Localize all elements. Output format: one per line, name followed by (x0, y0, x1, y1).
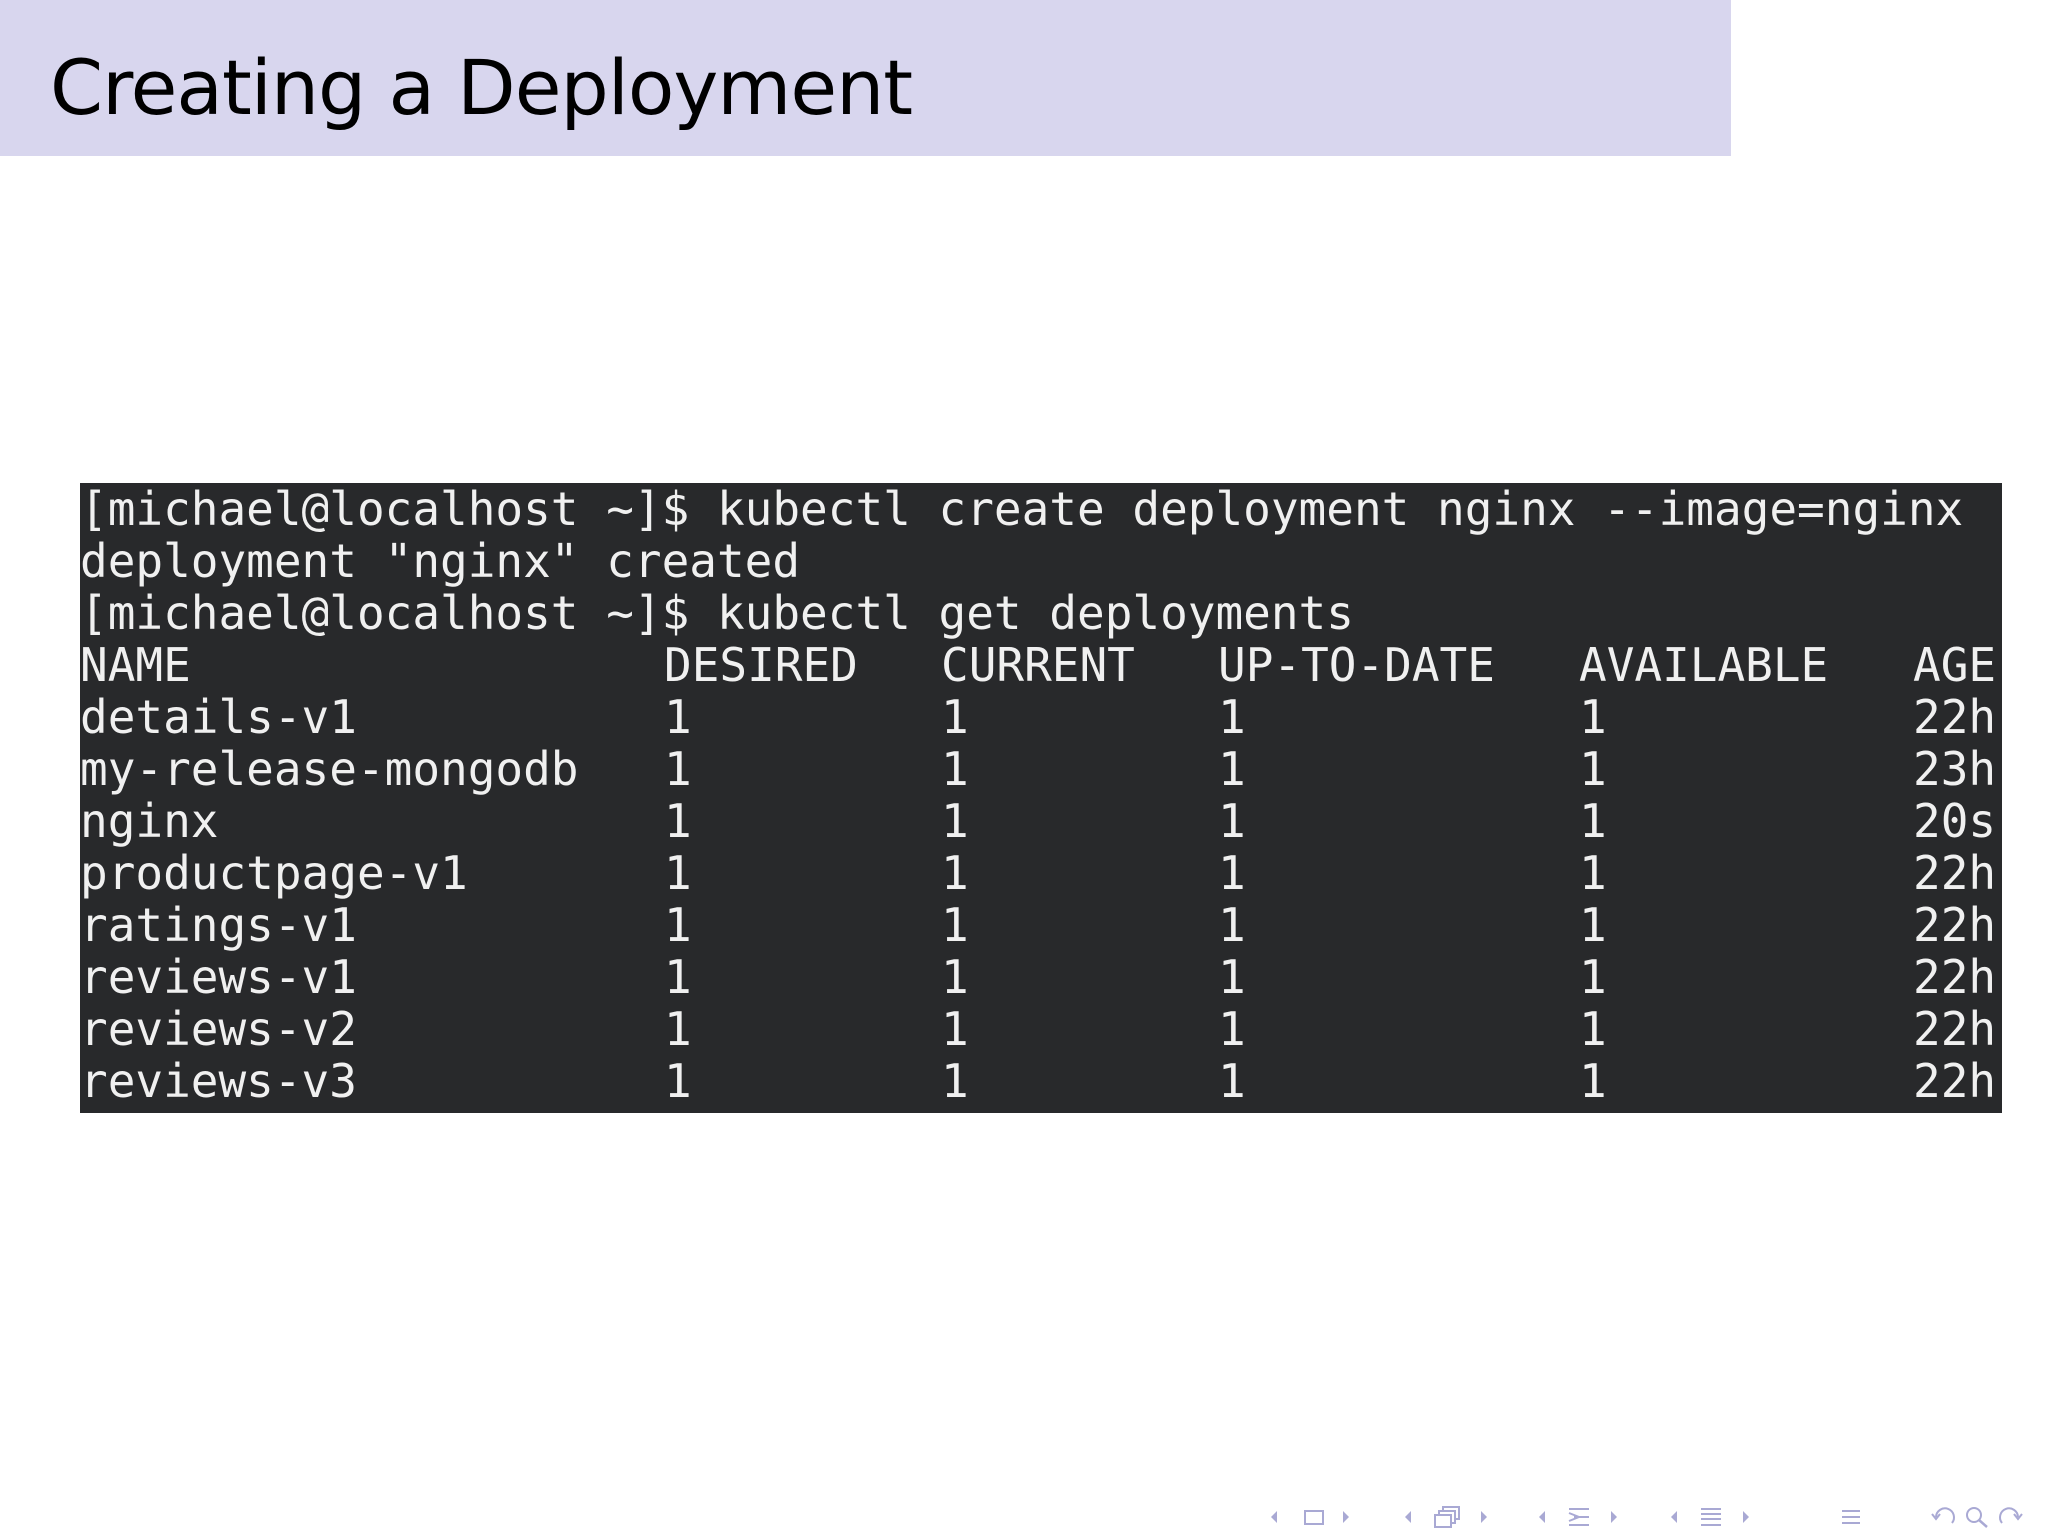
cell-name: details-v1 (80, 690, 357, 744)
arrow-left-icon[interactable] (1668, 1504, 1680, 1530)
cell-up-to-date: 1 (1218, 846, 1246, 900)
table-row: reviews-v3 1 1 1 1 22h (80, 1055, 2002, 1107)
column-header-desired: DESIRED (664, 638, 858, 692)
cell-available: 1 (1579, 898, 1607, 952)
forward-icon[interactable] (1996, 1504, 2024, 1530)
cell-desired: 1 (664, 690, 692, 744)
arrow-right-icon[interactable] (1608, 1504, 1620, 1530)
cell-available: 1 (1579, 1002, 1607, 1056)
beamer-navigation-bar (1268, 1504, 2028, 1530)
table-row: ratings-v1 1 1 1 1 22h (80, 899, 2002, 951)
cell-up-to-date: 1 (1218, 950, 1246, 1004)
cell-desired: 1 (664, 898, 692, 952)
cell-available: 1 (1579, 846, 1607, 900)
column-header-up-to-date: UP-TO-DATE (1218, 638, 1495, 692)
cell-desired: 1 (664, 950, 692, 1004)
cell-current: 1 (941, 846, 969, 900)
cell-desired: 1 (664, 1002, 692, 1056)
table-row: reviews-v1 1 1 1 1 22h (80, 951, 2002, 1003)
column-header-age: AGE (1913, 638, 1997, 692)
cell-up-to-date: 1 (1218, 794, 1246, 848)
table-row: productpage-v1 1 1 1 1 22h (80, 847, 2002, 899)
cell-current: 1 (941, 1002, 969, 1056)
cell-age: 23h (1913, 742, 1997, 796)
column-header-available: AVAILABLE (1579, 638, 1829, 692)
back-icon[interactable] (1930, 1504, 1958, 1530)
cell-up-to-date: 1 (1218, 898, 1246, 952)
cell-name: reviews-v1 (80, 950, 357, 1004)
cell-current: 1 (941, 950, 969, 1004)
arrow-left-icon[interactable] (1268, 1504, 1280, 1530)
terminal-screenshot: [michael@localhost ~]$ kubectl create de… (80, 483, 2002, 1113)
arrow-left-icon[interactable] (1536, 1504, 1548, 1530)
cell-current: 1 (941, 690, 969, 744)
cell-available: 1 (1579, 950, 1607, 1004)
cell-up-to-date: 1 (1218, 1002, 1246, 1056)
cell-age: 22h (1913, 1054, 1997, 1108)
arrow-right-icon[interactable] (1340, 1504, 1352, 1530)
cell-name: reviews-v3 (80, 1054, 357, 1108)
cell-desired: 1 (664, 794, 692, 848)
cell-current: 1 (941, 742, 969, 796)
table-row: my-release-mongodb 1 1 1 1 23h (80, 743, 2002, 795)
slide-title: Creating a Deployment (50, 43, 913, 132)
cell-desired: 1 (664, 846, 692, 900)
cell-current: 1 (941, 1054, 969, 1108)
cell-age: 22h (1913, 690, 1997, 744)
arrow-left-icon[interactable] (1402, 1504, 1414, 1530)
cell-name: productpage-v1 (80, 846, 468, 900)
cell-age: 22h (1913, 950, 1997, 1004)
search-icon[interactable] (1964, 1504, 1990, 1530)
arrow-right-icon[interactable] (1478, 1504, 1490, 1530)
cell-age: 22h (1913, 846, 1997, 900)
appendix-icon[interactable] (1838, 1504, 1864, 1530)
cell-available: 1 (1579, 1054, 1607, 1108)
cell-current: 1 (941, 898, 969, 952)
cell-name: reviews-v2 (80, 1002, 357, 1056)
terminal-output-line: deployment "nginx" created (80, 534, 801, 588)
cell-age: 22h (1913, 898, 1997, 952)
slide-title-bar: Creating a Deployment (0, 0, 1731, 156)
cell-name: my-release-mongodb (80, 742, 579, 796)
table-row: reviews-v2 1 1 1 1 22h (80, 1003, 2002, 1055)
cell-available: 1 (1579, 794, 1607, 848)
cell-desired: 1 (664, 1054, 692, 1108)
cell-up-to-date: 1 (1218, 690, 1246, 744)
cell-current: 1 (941, 794, 969, 848)
terminal-command-line: [michael@localhost ~]$ kubectl create de… (80, 483, 1964, 536)
section-icon[interactable] (1698, 1504, 1724, 1530)
column-header-current: CURRENT (941, 638, 1135, 692)
cell-available: 1 (1579, 690, 1607, 744)
column-header-name: NAME (80, 638, 191, 692)
cell-up-to-date: 1 (1218, 1054, 1246, 1108)
table-row: details-v1 1 1 1 1 22h (80, 691, 2002, 743)
frame-icon[interactable] (1302, 1504, 1326, 1530)
section-icon[interactable] (1566, 1504, 1592, 1530)
deployments-table-header: NAME DESIRED CURRENT UP-TO-DATE AVAILABL… (80, 639, 2002, 691)
cell-age: 20s (1913, 794, 1997, 848)
arrow-right-icon[interactable] (1740, 1504, 1752, 1530)
cell-name: ratings-v1 (80, 898, 357, 952)
cell-up-to-date: 1 (1218, 742, 1246, 796)
cell-name: nginx (80, 794, 219, 848)
cell-desired: 1 (664, 742, 692, 796)
table-row: nginx 1 1 1 1 20s (80, 795, 2002, 847)
cell-age: 22h (1913, 1002, 1997, 1056)
cell-available: 1 (1579, 742, 1607, 796)
terminal-command-line: [michael@localhost ~]$ kubectl get deplo… (80, 586, 1354, 640)
subsection-icon[interactable] (1432, 1504, 1462, 1530)
